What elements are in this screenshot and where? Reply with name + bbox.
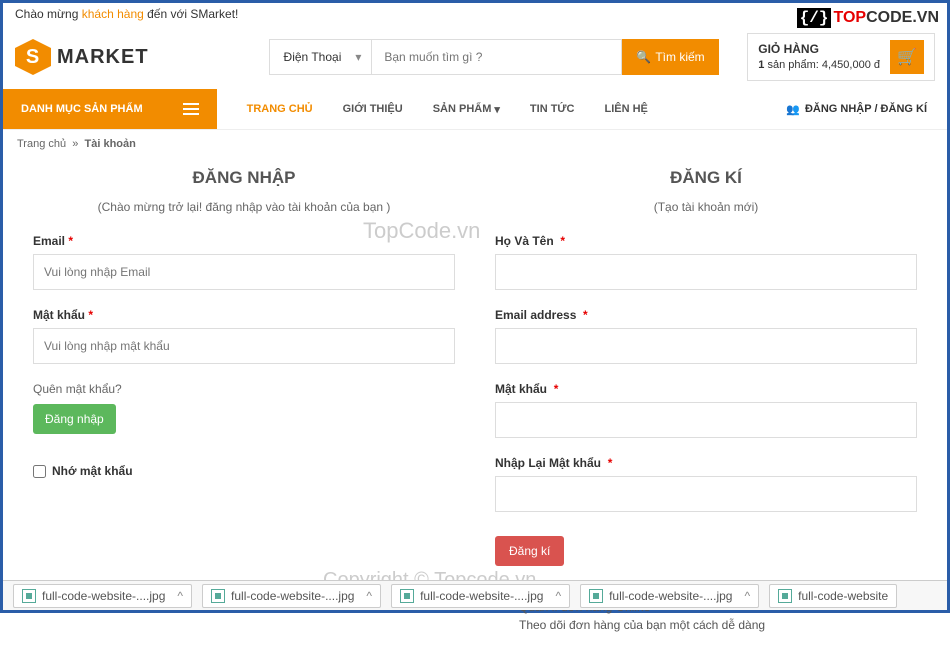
register-title: ĐĂNG KÍ: [495, 168, 917, 188]
chevron-up-icon: ^: [177, 589, 183, 603]
download-item[interactable]: full-code-website: [769, 584, 897, 608]
register-email-input[interactable]: [495, 328, 917, 364]
chevron-up-icon: ^: [744, 589, 750, 603]
remember-label: Nhớ mật khẩu: [52, 464, 133, 478]
register-subtitle: (Tạo tài khoản mới): [495, 200, 917, 214]
register-name-label: Họ Và Tên *: [495, 234, 917, 248]
register-password2-input[interactable]: [495, 476, 917, 512]
nav-contact[interactable]: LIÊN HỆ: [605, 103, 648, 116]
search-icon: 🔍: [636, 50, 651, 64]
breadcrumb-home[interactable]: Trang chủ: [17, 138, 66, 150]
logo-hex-icon: S: [15, 39, 51, 75]
topcode-logo: {/}TOPCODE.VN: [797, 9, 939, 27]
download-item[interactable]: full-code-website-....jpg^: [391, 584, 570, 608]
register-email-label: Email address *: [495, 308, 917, 322]
register-password-label: Mật khẩu *: [495, 382, 917, 396]
nav-about[interactable]: GIỚI THIỆU: [343, 103, 403, 116]
search-input[interactable]: [372, 39, 622, 75]
login-subtitle: (Chào mừng trở lại! đăng nhập vào tài kh…: [33, 200, 455, 214]
download-item[interactable]: full-code-website-....jpg^: [202, 584, 381, 608]
nav-news[interactable]: TIN TỨC: [530, 103, 575, 116]
chevron-up-icon: ^: [366, 589, 372, 603]
download-bar: full-code-website-....jpg^ full-code-web…: [3, 580, 947, 610]
cart-box[interactable]: GIỎ HÀNG 1 sản phẩm: 4,450,000 đ 🛒: [747, 33, 935, 81]
register-password2-label: Nhập Lại Mật khẩu *: [495, 456, 917, 470]
breadcrumb: Trang chủ » Tài khoản: [3, 130, 947, 158]
search-button[interactable]: 🔍Tìm kiếm: [622, 39, 718, 75]
forgot-password-link[interactable]: Quên mật khẩu?: [33, 382, 455, 396]
register-button[interactable]: Đăng kí: [495, 536, 564, 566]
nav-home[interactable]: TRANG CHỦ: [247, 103, 313, 116]
site-logo[interactable]: S MARKET: [15, 39, 149, 75]
file-icon: [211, 589, 225, 603]
register-password-input[interactable]: [495, 402, 917, 438]
file-icon: [589, 589, 603, 603]
nav-auth[interactable]: 👥ĐĂNG NHẬP / ĐĂNG KÍ: [786, 103, 947, 116]
login-email-label: Email *: [33, 234, 455, 248]
welcome-text: Chào mừng khách hàng đến với SMarket!: [15, 7, 238, 21]
login-password-input[interactable]: [33, 328, 455, 364]
remember-checkbox[interactable]: [33, 465, 46, 478]
download-item[interactable]: full-code-website-....jpg^: [13, 584, 192, 608]
cart-icon: 🛒: [890, 40, 924, 74]
login-password-label: Mật khẩu *: [33, 308, 455, 322]
login-button[interactable]: Đăng nhập: [33, 404, 116, 434]
file-icon: [400, 589, 414, 603]
category-menu[interactable]: DANH MỤC SẢN PHẨM: [3, 89, 217, 129]
chevron-down-icon: ▾: [494, 103, 500, 116]
user-icon: 👥: [786, 103, 800, 116]
file-icon: [22, 589, 36, 603]
nav-products[interactable]: SẢN PHẨM ▾: [433, 103, 500, 116]
chevron-up-icon: ^: [555, 589, 561, 603]
login-email-input[interactable]: [33, 254, 455, 290]
category-select[interactable]: Điện Thoại: [269, 39, 373, 75]
download-item[interactable]: full-code-website-....jpg^: [580, 584, 759, 608]
file-icon: [778, 589, 792, 603]
login-title: ĐĂNG NHẬP: [33, 168, 455, 188]
register-name-input[interactable]: [495, 254, 917, 290]
hamburger-icon: [183, 103, 199, 115]
